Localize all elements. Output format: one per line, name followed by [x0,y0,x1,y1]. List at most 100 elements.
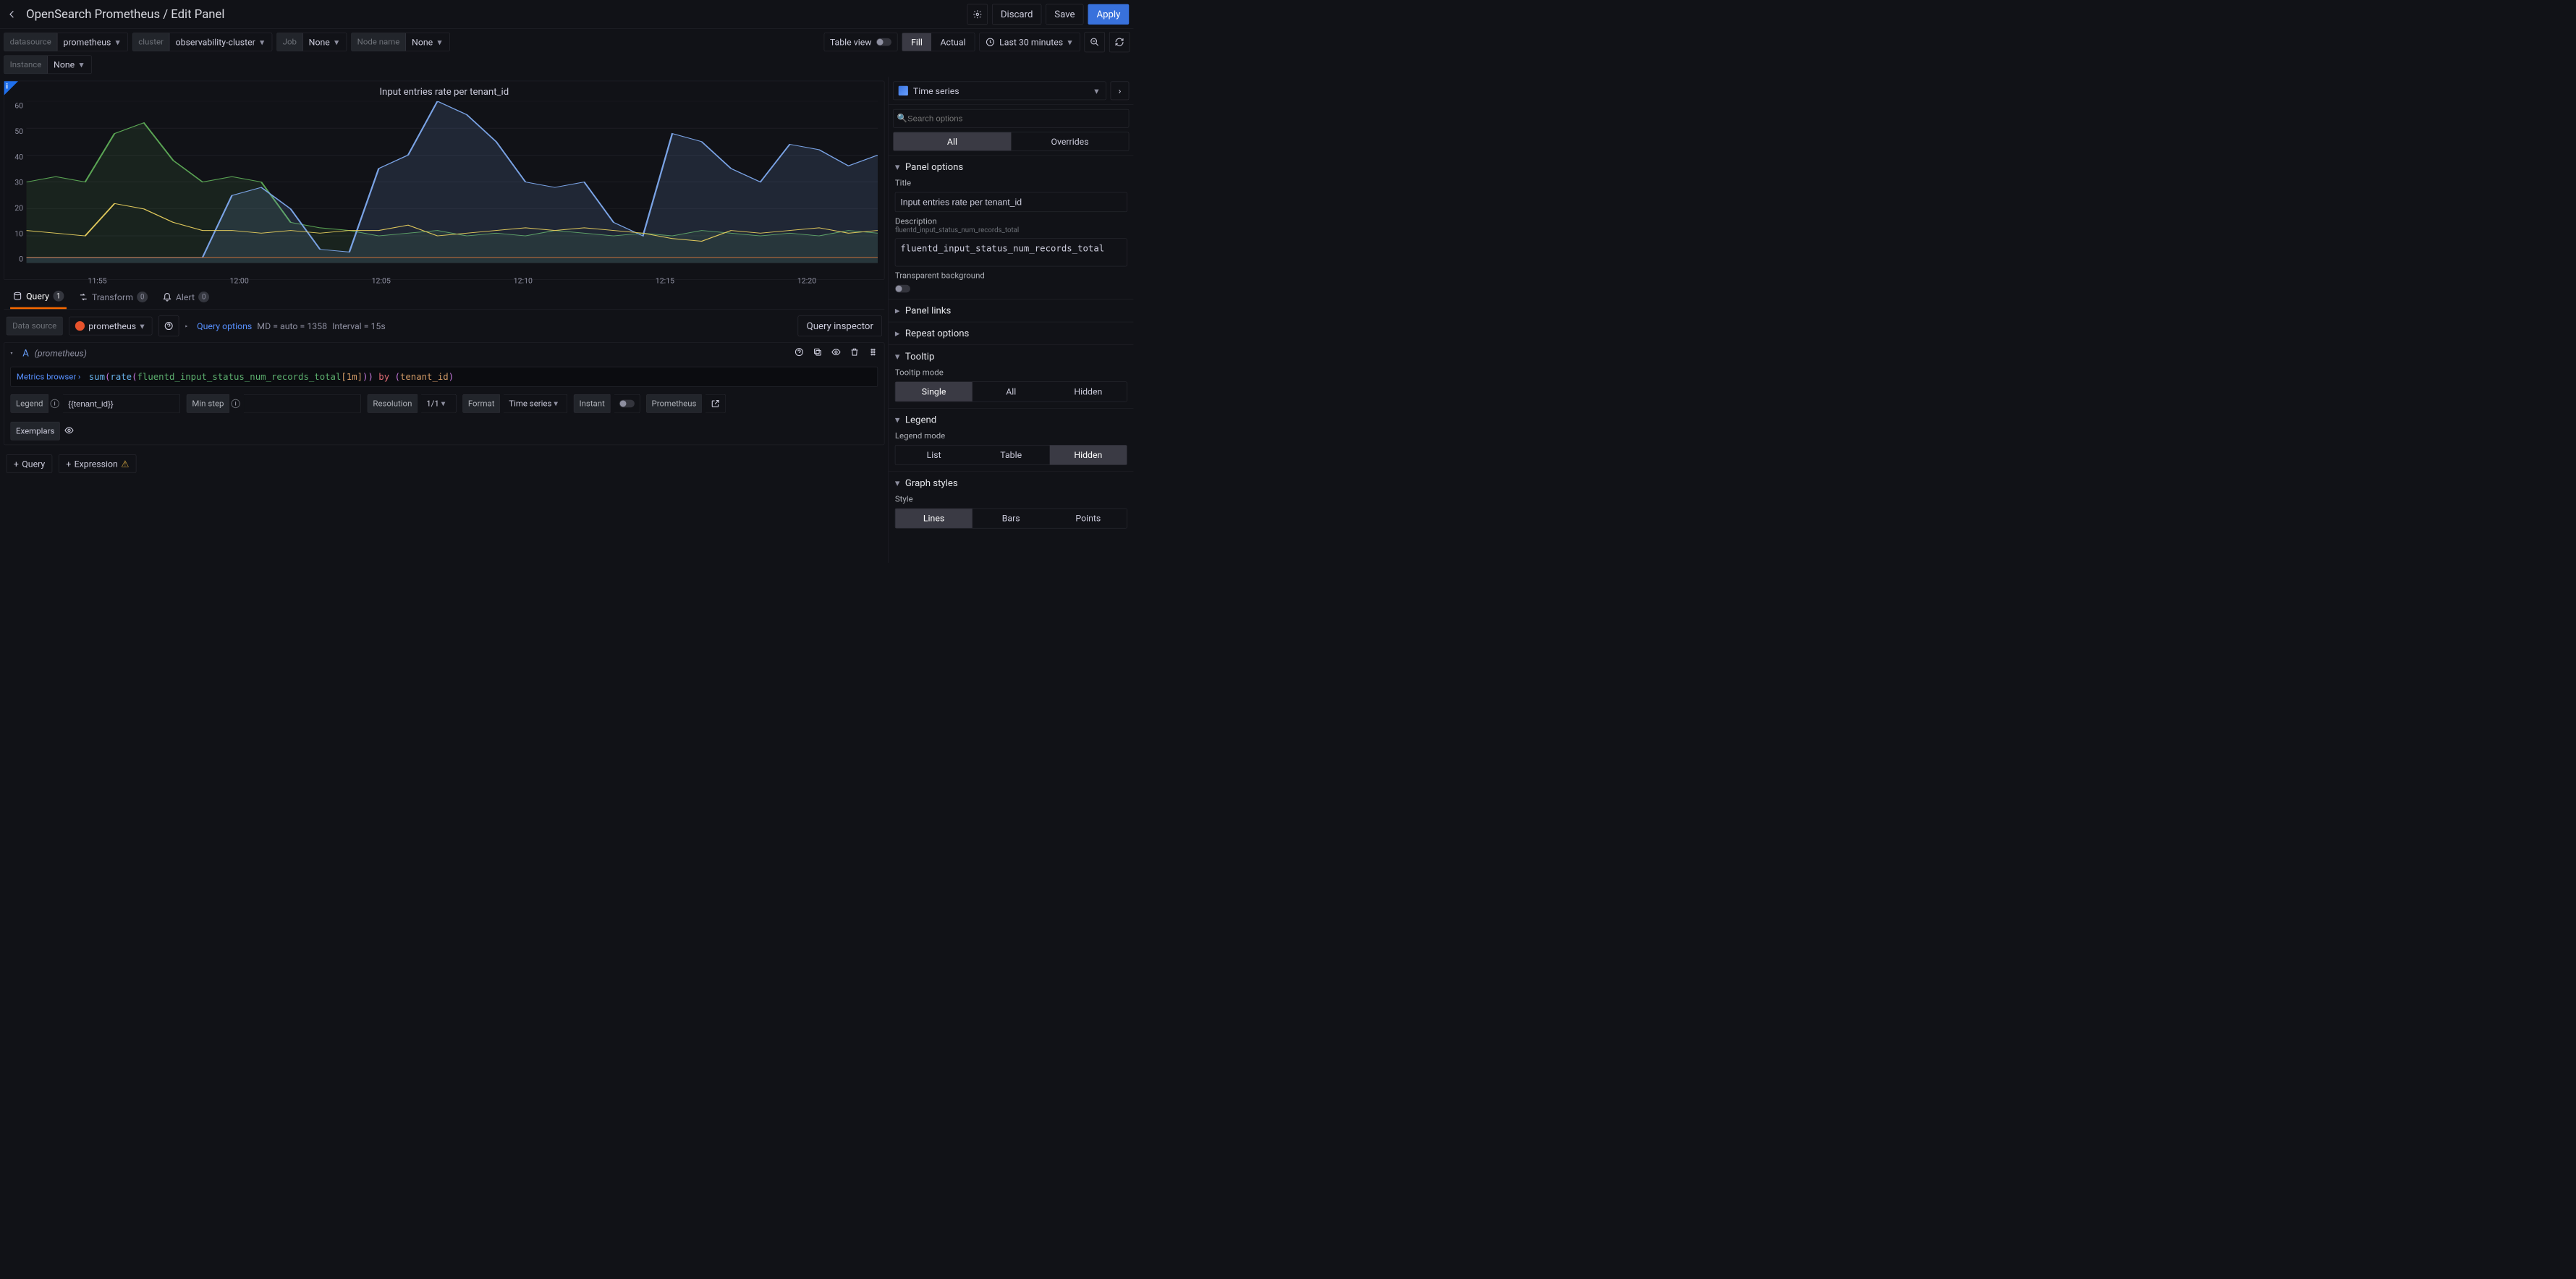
var-cluster-select[interactable]: observability-cluster [169,33,272,51]
min-step-input[interactable] [244,394,361,413]
tooltip-mode-hidden[interactable]: Hidden [1050,382,1127,401]
options-tab-overrides[interactable]: Overrides [1011,132,1129,150]
exemplars-label: Exemplars [11,422,60,441]
save-button[interactable]: Save [1046,4,1083,25]
panel-info-corner[interactable]: i [4,81,18,95]
timeseries-icon [899,86,908,95]
title-field-label: Title [895,178,1127,187]
query-options-link[interactable]: Query options [197,320,252,331]
var-instance-select[interactable]: None [48,56,92,75]
tooltip-mode-radio[interactable]: Single All Hidden [895,382,1127,402]
metrics-browser-link[interactable]: Metrics browser › [17,372,80,381]
query-name[interactable]: A [22,347,29,358]
chart-plot-area[interactable]: 11:5512:0012:0512:1012:1512:20 [27,101,878,273]
fill-option[interactable]: Fill [902,33,931,51]
data-source-label: Data source [7,317,63,336]
visualization-picker[interactable]: Time series [893,82,1106,101]
data-source-picker[interactable]: prometheus [69,317,152,336]
var-node-select[interactable]: None [406,33,450,51]
query-interval-info: Interval = 15s [332,320,386,331]
style-lines[interactable]: Lines [895,509,973,528]
apply-button[interactable]: Apply [1088,4,1130,25]
style-radio[interactable]: Lines Bars Points [895,509,1127,529]
tab-alert[interactable]: Alert 0 [160,285,212,309]
style-bars[interactable]: Bars [973,509,1050,528]
tooltip-mode-all[interactable]: All [973,382,1050,401]
section-tooltip[interactable]: Tooltip [889,345,1133,367]
resolution-label: Resolution [368,394,418,413]
prometheus-icon [75,321,85,331]
legend-input[interactable] [63,394,180,413]
var-node-label: Node name [351,33,405,51]
actual-option[interactable]: Actual [931,33,975,51]
section-panel-links[interactable]: Panel links [889,299,1133,322]
var-instance-label: Instance [4,56,47,75]
desc-field-label: Description [895,216,1127,226]
promql-expression[interactable]: sum(rate(fluentd_input_status_num_record… [89,371,454,382]
var-datasource-select[interactable]: prometheus [57,33,128,51]
legend-mode-table[interactable]: Table [973,446,1050,465]
var-job-select[interactable]: None [302,33,347,51]
duplicate-query-icon[interactable] [813,347,822,359]
style-points[interactable]: Points [1050,509,1127,528]
panel-title: Input entries rate per tenant_id [11,85,878,101]
instant-toggle[interactable] [614,394,640,413]
section-graph-styles[interactable]: Graph styles [889,472,1133,494]
query-datasource-label: (prometheus) [35,348,87,359]
query-editor[interactable]: Metrics browser › sum(rate(fluentd_input… [11,367,878,387]
prometheus-external-link[interactable] [706,394,726,413]
chart-x-axis: 11:5512:0012:0512:1012:1512:20 [27,274,878,285]
options-tab-all[interactable]: All [894,132,1012,150]
tab-transform[interactable]: Transform 0 [76,285,151,309]
delete-query-icon[interactable] [850,347,859,359]
title-input[interactable] [895,192,1127,212]
transparent-bg-toggle[interactable] [895,285,910,293]
var-cluster-label: cluster [132,33,169,51]
zoom-out-button[interactable] [1085,32,1105,52]
legend-mode-radio[interactable]: List Table Hidden [895,445,1127,465]
style-label: Style [895,494,1127,503]
legend-mode-list[interactable]: List [895,446,973,465]
chart-y-axis: 6050403020100 [11,101,27,273]
chart-panel: i Input entries rate per tenant_id 60504… [4,81,884,280]
breadcrumb: OpenSearch Prometheus / Edit Panel [26,7,967,21]
search-icon: 🔍 [897,114,907,123]
var-job-label: Job [276,33,302,51]
table-view-toggle[interactable]: Table view [824,33,898,51]
add-expression-button[interactable]: + Expression ⚠ [59,454,136,473]
desc-field-sub: fluentd_input_status_num_records_total [895,226,1127,234]
exemplars-toggle-icon[interactable] [64,425,74,436]
section-legend[interactable]: Legend [889,409,1133,431]
legend-mode-hidden[interactable]: Hidden [1050,446,1127,465]
query-collapse-toggle[interactable] [11,351,17,356]
table-view-switch[interactable] [876,38,891,46]
data-source-help-button[interactable] [158,315,179,336]
settings-button[interactable] [967,4,988,25]
transparent-bg-label: Transparent background [895,271,1127,280]
legend-label: Legend [11,394,48,413]
options-tab-group[interactable]: All Overrides [893,132,1129,151]
tooltip-mode-single[interactable]: Single [895,382,973,401]
query-help-icon[interactable] [795,347,804,359]
refresh-button[interactable] [1109,32,1130,52]
min-step-info-icon[interactable]: i [232,399,240,408]
query-inspector-button[interactable]: Query inspector [798,315,882,336]
time-range-picker[interactable]: Last 30 minutes [979,33,1080,51]
toggle-query-visibility-icon[interactable] [831,347,841,359]
drag-query-icon[interactable] [868,347,878,359]
tab-query[interactable]: Query 1 [10,285,67,309]
section-panel-options[interactable]: Panel options [889,156,1133,178]
back-button[interactable] [4,7,20,22]
description-input[interactable] [895,239,1127,267]
add-query-button[interactable]: + Query [7,454,53,473]
legend-info-icon[interactable]: i [51,399,59,408]
format-select[interactable]: Time series [504,394,567,413]
resolution-select[interactable]: 1/1 [421,394,456,413]
format-label: Format [462,394,500,413]
discard-button[interactable]: Discard [992,4,1041,25]
search-options-input[interactable] [893,109,1129,128]
section-repeat-options[interactable]: Repeat options [889,322,1133,344]
legend-mode-label: Legend mode [895,431,1127,441]
side-panel-next-button[interactable]: › [1111,82,1130,101]
fill-actual-segment[interactable]: Fill Actual [902,33,975,51]
